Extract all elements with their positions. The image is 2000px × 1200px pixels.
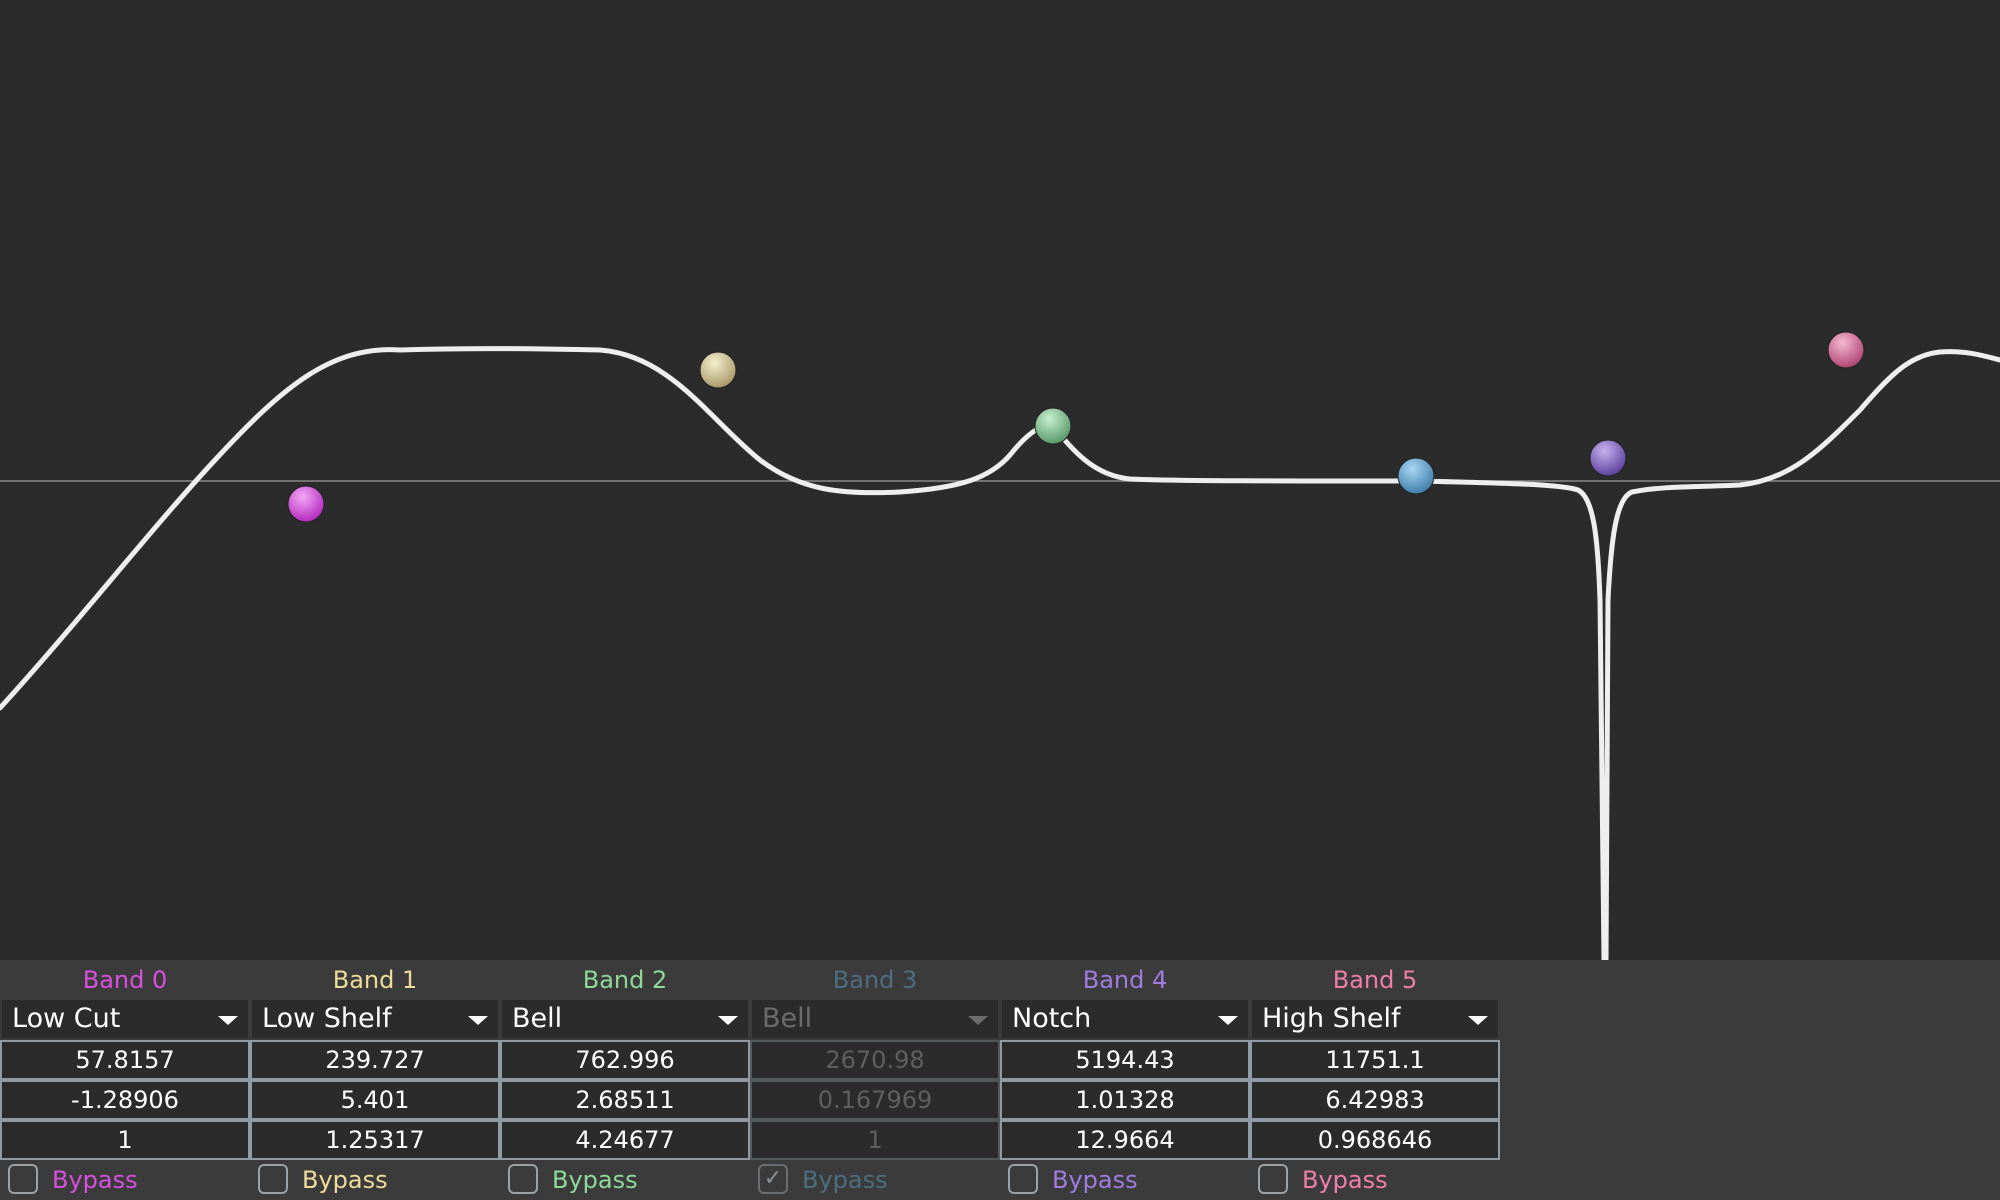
band-2-frequency-field[interactable]: 762.996 bbox=[500, 1040, 750, 1080]
band-1-column: Band 1 Low Shelf 239.727 5.401 1.25317 B… bbox=[250, 960, 500, 1200]
band-1-q-field[interactable]: 1.25317 bbox=[250, 1120, 500, 1160]
chevron-down-icon bbox=[218, 1016, 238, 1025]
band-2-column: Band 2 Bell 762.996 2.68511 4.24677 Bypa… bbox=[500, 960, 750, 1200]
band-2-bypass-label[interactable]: Bypass bbox=[552, 1163, 638, 1197]
band-1-bypass-checkbox[interactable] bbox=[258, 1164, 288, 1194]
band-0-bypass-checkbox[interactable] bbox=[8, 1164, 38, 1194]
band-4-type-select[interactable]: Notch bbox=[1002, 1000, 1248, 1038]
band-5-column: Band 5 High Shelf 11751.1 6.42983 0.9686… bbox=[1250, 960, 1500, 1200]
chevron-down-icon bbox=[968, 1016, 988, 1025]
eq-graph-svg bbox=[0, 331, 2000, 960]
band-4-bypass-label[interactable]: Bypass bbox=[1052, 1163, 1138, 1197]
chevron-down-icon bbox=[468, 1016, 488, 1025]
band-5-type-select[interactable]: High Shelf bbox=[1252, 1000, 1498, 1038]
band-1-gain-field[interactable]: 5.401 bbox=[250, 1080, 500, 1120]
band-3-gain-field[interactable]: 0.167969 bbox=[750, 1080, 1000, 1120]
band-1-type-label: Low Shelf bbox=[262, 1003, 392, 1034]
band-0-handle[interactable] bbox=[287, 485, 325, 523]
band-5-gain-field[interactable]: 6.42983 bbox=[1250, 1080, 1500, 1120]
band-4-column: Band 4 Notch 5194.43 1.01328 12.9664 Byp… bbox=[1000, 960, 1250, 1200]
band-5-title: Band 5 bbox=[1332, 966, 1418, 994]
band-0-type-select[interactable]: Low Cut bbox=[2, 1000, 248, 1038]
band-2-gain-field[interactable]: 2.68511 bbox=[500, 1080, 750, 1120]
band-0-bypass-label[interactable]: Bypass bbox=[52, 1163, 138, 1197]
band-1-handle[interactable] bbox=[699, 351, 737, 389]
band-3-column: Band 3 Bell 2670.98 0.167969 1 ✓ Bypass bbox=[750, 960, 1000, 1200]
checkmark-icon: ✓ bbox=[763, 1166, 783, 1191]
band-0-title: Band 0 bbox=[82, 966, 168, 994]
band-0-type-label: Low Cut bbox=[12, 1003, 121, 1034]
band-4-handle[interactable] bbox=[1589, 439, 1627, 477]
band-5-type-label: High Shelf bbox=[1262, 1003, 1401, 1034]
band-1-bypass-label[interactable]: Bypass bbox=[302, 1163, 388, 1197]
band-5-frequency-field[interactable]: 11751.1 bbox=[1250, 1040, 1500, 1080]
response-curve bbox=[0, 346, 2000, 960]
band-2-type-label: Bell bbox=[512, 1003, 563, 1034]
band-4-title: Band 4 bbox=[1082, 966, 1168, 994]
band-3-title: Band 3 bbox=[832, 966, 918, 994]
band-0-q-field[interactable]: 1 bbox=[0, 1120, 250, 1160]
band-5-bypass-label[interactable]: Bypass bbox=[1302, 1163, 1388, 1197]
band-3-type-label: Bell bbox=[762, 1003, 813, 1034]
band-5-q-field[interactable]: 0.968646 bbox=[1250, 1120, 1500, 1160]
band-0-frequency-field[interactable]: 57.8157 bbox=[0, 1040, 250, 1080]
band-1-title: Band 1 bbox=[332, 966, 418, 994]
band-2-title: Band 2 bbox=[582, 966, 668, 994]
band-3-bypass-label[interactable]: Bypass bbox=[802, 1163, 888, 1197]
band-1-frequency-field[interactable]: 239.727 bbox=[250, 1040, 500, 1080]
band-0-column: Band 0 Low Cut 57.8157 -1.28906 1 Bypass bbox=[0, 960, 250, 1200]
band-1-type-select[interactable]: Low Shelf bbox=[252, 1000, 498, 1038]
chevron-down-icon bbox=[1468, 1016, 1488, 1025]
band-3-bypass-checkbox[interactable]: ✓ bbox=[758, 1164, 788, 1194]
band-4-gain-field[interactable]: 1.01328 bbox=[1000, 1080, 1250, 1120]
band-2-bypass-checkbox[interactable] bbox=[508, 1164, 538, 1194]
band-2-q-field[interactable]: 4.24677 bbox=[500, 1120, 750, 1160]
band-3-q-field[interactable]: 1 bbox=[750, 1120, 1000, 1160]
chevron-down-icon bbox=[718, 1016, 738, 1025]
band-5-bypass-checkbox[interactable] bbox=[1258, 1164, 1288, 1194]
band-5-handle[interactable] bbox=[1827, 331, 1865, 369]
band-controls-panel: Band 0 Low Cut 57.8157 -1.28906 1 Bypass… bbox=[0, 960, 2000, 1200]
band-2-handle[interactable] bbox=[1034, 407, 1072, 445]
eq-graph[interactable] bbox=[0, 0, 2000, 960]
band-4-frequency-field[interactable]: 5194.43 bbox=[1000, 1040, 1250, 1080]
band-4-type-label: Notch bbox=[1012, 1003, 1092, 1034]
band-3-frequency-field[interactable]: 2670.98 bbox=[750, 1040, 1000, 1080]
band-4-q-field[interactable]: 12.9664 bbox=[1000, 1120, 1250, 1160]
band-4-bypass-checkbox[interactable] bbox=[1008, 1164, 1038, 1194]
band-3-type-select[interactable]: Bell bbox=[752, 1000, 998, 1038]
band-3-handle[interactable] bbox=[1397, 457, 1435, 495]
band-2-type-select[interactable]: Bell bbox=[502, 1000, 748, 1038]
chevron-down-icon bbox=[1218, 1016, 1238, 1025]
band-0-gain-field[interactable]: -1.28906 bbox=[0, 1080, 250, 1120]
